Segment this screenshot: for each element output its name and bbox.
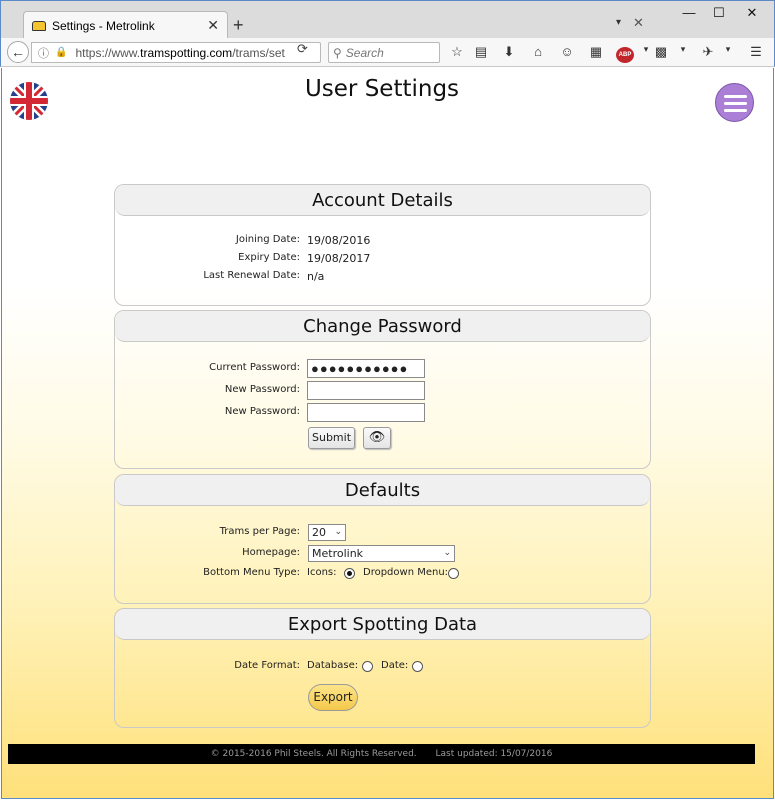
dropdown-option-label: Dropdown Menu: [363,567,449,578]
close-window-icon[interactable]: ✕ [742,5,762,21]
url-text[interactable]: https://www.tramspotting.com/trams/sett [75,46,285,60]
bottom-menu-type-row: Bottom Menu Type: Icons: Dropdown Menu: [115,565,650,582]
defaults-heading: Defaults [115,475,650,506]
page-title: User Settings [304,76,460,102]
new-tab-button[interactable]: + [233,15,244,36]
last-renewal-label: Last Renewal Date: [203,270,300,281]
export-panel: Export Spotting Data Date Format: Databa… [114,608,651,728]
dropdown-menu-radio[interactable] [448,568,459,579]
site-menu-button[interactable] [715,83,754,122]
confirm-password-label: New Password: [224,406,300,417]
submit-button[interactable]: Submit [308,427,355,449]
chevron-down-icon: ⌄ [443,548,451,558]
info-icon[interactable]: ⓘ [38,45,49,61]
joining-date-label: Joining Date: [235,234,300,245]
new-password-input[interactable] [307,381,425,400]
icons-option-label: Icons: [307,567,337,578]
current-password-row: Current Password: ●●●●●●●●●●● [115,358,650,378]
bottom-menu-type-label: Bottom Menu Type: [203,567,300,578]
footer: © 2015-2016 Phil Steels. All Rights Rese… [8,744,755,764]
tool-menu-icon[interactable]: ▾ [719,44,737,55]
page-content: User Settings Account Details Joining Da… [1,68,774,799]
trams-per-page-row: Trams per Page: 20 ⌄ [115,524,650,541]
back-arrow-icon[interactable]: ← [7,41,29,63]
lock-icon[interactable]: 🔒 [55,47,67,58]
browser-titlebar: Settings - Metrolink ✕ + ▾ ✕ — ☐ ✕ [0,0,775,39]
close-window-tabs-icon[interactable]: ✕ [633,15,644,31]
maximize-icon[interactable]: ☐ [709,5,729,21]
new-password-row: New Password: [115,380,650,400]
homepage-label: Homepage: [242,547,300,558]
search-icon: ⚲ [333,45,342,60]
footer-last-updated: Last updated: 15/07/2016 [435,749,553,759]
show-password-eye-icon[interactable]: 👁 [363,427,391,449]
reading-list-icon[interactable]: ▤ [472,44,490,60]
homepage-row: Homepage: Metrolink ⌄ [115,545,650,562]
adblock-icon[interactable]: ABP [615,44,635,63]
trams-per-page-label: Trams per Page: [219,526,300,537]
defaults-panel: Defaults Trams per Page: 20 ⌄ Homepage: M… [114,474,651,604]
database-option-label: Database: [307,660,359,671]
close-tab-icon[interactable]: ✕ [207,17,219,34]
joining-date-value: 19/08/2016 [307,234,371,247]
date-format-row: Date Format: Database: Date: [115,658,650,675]
date-radio[interactable] [412,661,423,672]
last-renewal-value: n/a [307,270,325,283]
change-password-heading: Change Password [115,311,650,342]
tram-favicon-icon [32,20,46,31]
confirm-password-row: New Password: [115,402,650,422]
current-password-label: Current Password: [209,362,300,373]
change-password-panel: Change Password Current Password: ●●●●●●… [114,310,651,469]
download-icon[interactable]: ⬇ [500,44,518,60]
trams-per-page-select[interactable]: 20 ⌄ [308,524,346,541]
account-details-heading: Account Details [115,185,650,216]
minimize-icon[interactable]: — [679,5,699,20]
homepage-select[interactable]: Metrolink ⌄ [308,545,455,562]
tab-list-dropdown-icon[interactable]: ▾ [616,17,621,28]
home-icon[interactable]: ⌂ [529,44,547,59]
expiry-date-label: Expiry Date: [238,252,300,263]
chevron-down-icon: ⌄ [334,527,342,537]
hamburger-menu-icon[interactable]: ☰ [747,44,765,60]
export-button[interactable]: Export [308,684,358,711]
reload-icon[interactable]: ⟳ [297,41,308,57]
tool-extension-icon[interactable]: ✈ [699,44,717,60]
date-option-label: Date: [381,660,409,671]
color-extension-icon[interactable]: ▩ [652,44,670,60]
account-details-panel: Account Details Joining Date: 19/08/2016… [114,184,651,306]
current-password-input[interactable]: ●●●●●●●●●●● [307,359,425,378]
browser-tab[interactable]: Settings - Metrolink ✕ [23,11,228,39]
browser-navbar: ← ⓘ 🔒 https://www.tramspotting.com/trams… [0,38,775,67]
extension-icon[interactable]: ▦ [587,44,605,60]
search-input[interactable]: ⚲ Search [328,42,440,63]
extension-menu-icon[interactable]: ▾ [674,44,692,55]
icons-radio[interactable] [344,568,355,579]
tab-title: Settings - Metrolink [52,18,155,33]
new-password-label: New Password: [224,384,300,395]
bookmark-star-icon[interactable]: ☆ [448,44,466,60]
footer-copyright: © 2015-2016 Phil Steels. All Rights Rese… [210,749,417,759]
url-bar[interactable]: ⓘ 🔒 https://www.tramspotting.com/trams/s… [31,42,321,63]
date-format-label: Date Format: [234,660,300,671]
export-heading: Export Spotting Data [115,609,650,640]
expiry-date-value: 19/08/2017 [307,252,371,265]
confirm-password-input[interactable] [307,403,425,422]
database-radio[interactable] [362,661,373,672]
smiley-icon[interactable]: ☺ [558,44,576,59]
